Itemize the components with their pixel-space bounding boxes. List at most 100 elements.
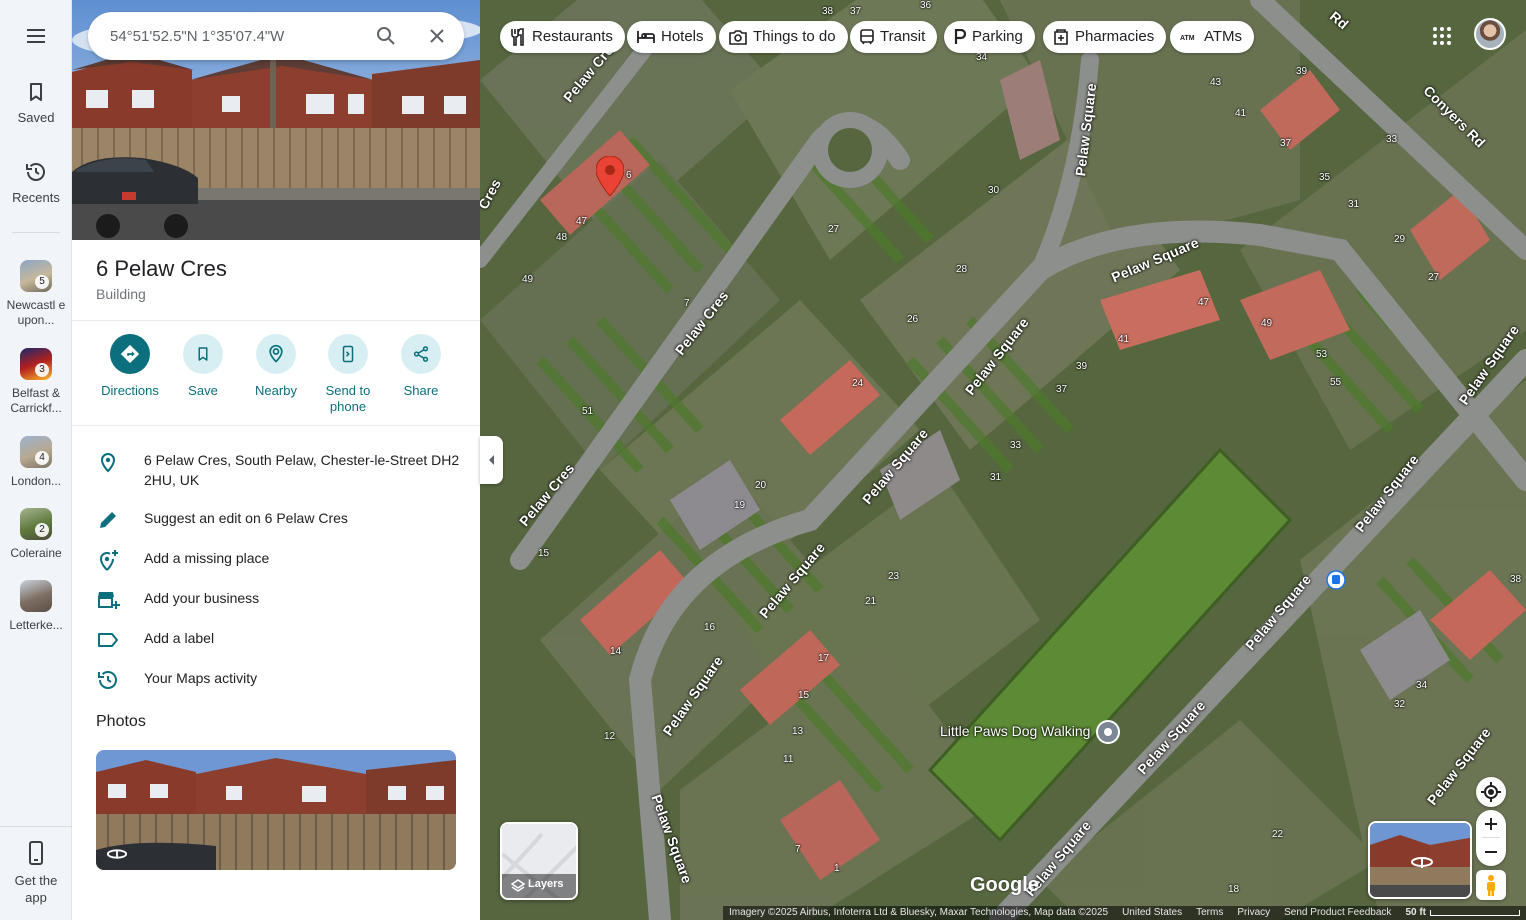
chip-label: Parking: [972, 28, 1023, 45]
place-panel: 6 Pelaw Cres Building Directions Save Ne…: [72, 0, 480, 920]
house-number: 37: [1280, 138, 1292, 149]
chip-label: Hotels: [661, 28, 704, 45]
google-logo: Google: [970, 874, 1039, 896]
search-icon[interactable]: [374, 24, 398, 48]
recent-count-badge: 4: [35, 451, 49, 465]
recent-item[interactable]: Letterke...: [0, 580, 72, 633]
location-pin-icon[interactable]: [596, 156, 624, 196]
recent-item[interactable]: 4 London...: [0, 436, 72, 489]
feedback-link[interactable]: Send Product Feedback: [1284, 906, 1391, 920]
add-business-text: Add your business: [144, 590, 260, 606]
restaurant-icon: [511, 28, 524, 46]
map-canvas[interactable]: Pelaw Cres Pelaw Cres Pelaw Cres Pelaw S…: [480, 0, 1526, 920]
my-location-button[interactable]: [1476, 777, 1506, 807]
house-number: 41: [1118, 334, 1130, 345]
house-number: 37: [850, 6, 862, 17]
collapse-panel-button[interactable]: [480, 436, 503, 484]
house-number: 18: [1228, 884, 1240, 895]
chip-restaurants[interactable]: Restaurants: [500, 21, 625, 53]
recent-item[interactable]: 5 Newcastl e upon...: [0, 260, 72, 328]
house-number: 34: [1416, 680, 1428, 691]
chip-transit[interactable]: Transit: [850, 21, 938, 53]
left-rail: Saved Recents 5 Newcastl e upon... 3 Bel…: [0, 0, 72, 920]
send-to-phone-button[interactable]: Send to phone: [312, 334, 384, 415]
zoom-in-icon[interactable]: [1476, 810, 1506, 838]
map-attribution: Imagery ©2025 Airbus, Infoterra Ltd & Bl…: [723, 906, 1526, 920]
menu-button[interactable]: [0, 24, 72, 54]
avatar[interactable]: [1474, 18, 1506, 50]
maps-activity-text: Your Maps activity: [144, 670, 258, 686]
pegman-button[interactable]: [1476, 870, 1506, 900]
send-to-phone-label: Send to phone: [325, 383, 371, 414]
get-app-button[interactable]: Get the app: [0, 840, 72, 906]
chip-pharmacies[interactable]: Pharmacies: [1043, 21, 1167, 53]
chip-label: Transit: [880, 28, 926, 45]
terms-link[interactable]: Terms: [1196, 906, 1223, 920]
house-number: 39: [1076, 361, 1088, 372]
place-title: 6 Pelaw Cres: [96, 256, 227, 281]
atm-icon: ATM: [1180, 35, 1195, 42]
house-number: 31: [1348, 199, 1360, 210]
saved-button[interactable]: Saved: [0, 80, 72, 125]
pegman-icon: [1487, 875, 1495, 896]
transit-icon: [860, 29, 874, 45]
chip-parking[interactable]: Parking: [944, 21, 1035, 53]
parking-icon: [954, 29, 966, 44]
house-number: 19: [734, 500, 746, 511]
recent-thumbnail: 4: [20, 436, 52, 468]
street-view-preview[interactable]: [1368, 821, 1472, 899]
country-link[interactable]: United States: [1122, 906, 1182, 920]
scale-bar[interactable]: 50 ft: [1405, 906, 1520, 920]
house-number: 29: [1394, 234, 1406, 245]
recent-item[interactable]: 2 Coleraine: [0, 508, 72, 561]
menu-icon: [27, 29, 45, 43]
suggest-edit-text: Suggest an edit on 6 Pelaw Cres: [144, 510, 348, 526]
save-button[interactable]: Save: [167, 334, 239, 399]
poi-label[interactable]: Little Paws Dog Walking: [940, 723, 1090, 739]
chip-things-to-do[interactable]: Things to do: [719, 21, 848, 53]
history-icon: [98, 671, 117, 689]
layers-button[interactable]: Layers: [500, 822, 578, 900]
search-input[interactable]: [110, 12, 360, 60]
poi-marker-icon[interactable]: [1096, 720, 1120, 744]
house-number: 13: [792, 726, 804, 737]
directions-button[interactable]: Directions: [94, 334, 166, 399]
zoom-control: [1476, 810, 1506, 866]
recent-thumbnail: 5: [20, 260, 52, 292]
house-number: 41: [1235, 108, 1247, 119]
photo-thumbnail[interactable]: [96, 750, 456, 870]
nearby-button[interactable]: Nearby: [240, 334, 312, 399]
zoom-out-icon[interactable]: [1476, 838, 1506, 866]
chip-hotels[interactable]: Hotels: [627, 21, 716, 53]
house-number: 7: [684, 298, 690, 309]
house-number: 27: [1428, 272, 1440, 283]
get-app-label: Get the app: [14, 873, 58, 905]
house-number: 47: [576, 216, 588, 227]
search-box[interactable]: [88, 12, 464, 60]
chip-label: Pharmacies: [1075, 28, 1155, 45]
close-icon[interactable]: [425, 24, 449, 48]
chip-label: Things to do: [753, 28, 836, 45]
recents-button[interactable]: Recents: [0, 160, 72, 205]
house-number: 14: [610, 646, 622, 657]
recent-item[interactable]: 3 Belfast & Carrickf...: [0, 348, 72, 416]
house-number: 21: [865, 596, 877, 607]
pharmacy-icon: [1054, 29, 1068, 45]
scale-label: 50 ft: [1405, 907, 1426, 918]
house-number: 12: [604, 731, 616, 742]
save-label: Save: [188, 383, 218, 398]
hotel-icon: [637, 31, 655, 43]
nearby-icon: [269, 344, 283, 363]
privacy-link[interactable]: Privacy: [1237, 906, 1270, 920]
chip-atms[interactable]: ATM ATMs: [1170, 21, 1255, 53]
share-button[interactable]: Share: [385, 334, 457, 399]
recent-count-badge: 3: [35, 363, 49, 377]
house-number: 6: [626, 170, 632, 181]
place-category[interactable]: Building: [96, 286, 146, 302]
satellite-imagery: [480, 0, 1526, 920]
house-number: 26: [907, 314, 919, 325]
photos-heading: Photos: [96, 713, 146, 730]
transit-stop-icon[interactable]: [1326, 570, 1346, 590]
divider: [72, 425, 480, 426]
apps-grid-icon[interactable]: [1430, 24, 1454, 48]
